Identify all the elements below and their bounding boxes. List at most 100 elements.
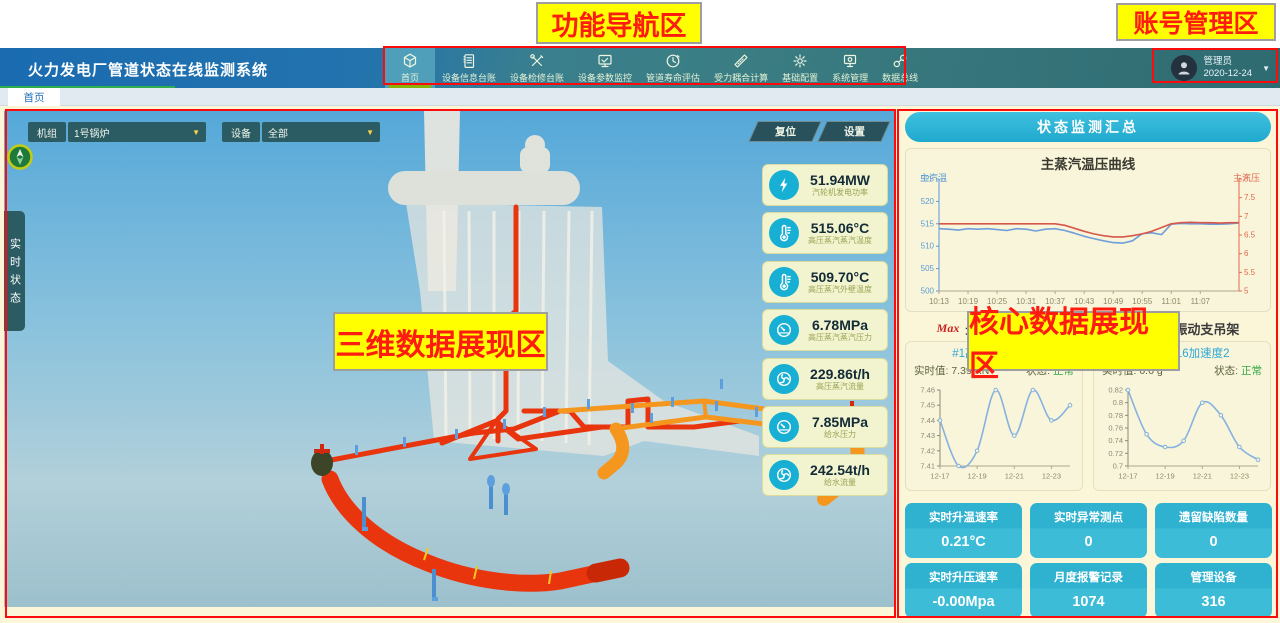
svg-text:6: 6 (1244, 249, 1249, 258)
ledger-icon (461, 53, 477, 70)
svg-text:505: 505 (921, 264, 935, 273)
calc-icon (733, 53, 749, 70)
metric-label: 给水流量 (799, 478, 881, 488)
main-chart: 50050551051552052555.566.577.5810:1310:1… (909, 173, 1269, 311)
metric-value: 51.94MW (799, 172, 881, 188)
svg-text:8: 8 (1244, 175, 1249, 184)
metric-text: 509.70°C高压蒸汽外壁温度 (799, 269, 881, 295)
nav-item-label: 首页 (401, 71, 419, 84)
nav-item-label: 受力耦合计算 (714, 71, 768, 84)
power-icon (769, 170, 799, 200)
metric-value: 6.78MPa (799, 317, 881, 333)
app-title: 火力发电厂管道状态在线监测系统 (28, 59, 268, 80)
nav-item-首页[interactable]: 首页 (385, 48, 435, 88)
main-chart-card: 主蒸汽温压曲线 主汽温 主汽压 50050551051552052555.566… (905, 148, 1271, 312)
account-name: 管理员 (1203, 56, 1252, 68)
chevron-down-icon[interactable]: ▼ (1262, 64, 1270, 73)
svg-text:6.5: 6.5 (1244, 231, 1256, 240)
tools-icon (529, 53, 545, 70)
flow-icon (769, 364, 799, 394)
monitor-icon (597, 53, 613, 70)
metric-value: 242.54t/h (799, 462, 881, 478)
svg-text:5: 5 (1244, 287, 1249, 296)
svg-text:0.8: 0.8 (1113, 398, 1123, 407)
tab-home[interactable]: 首页 (8, 88, 60, 106)
main-chart-title: 主蒸汽温压曲线 (906, 153, 1270, 173)
svg-text:12-19: 12-19 (968, 472, 987, 481)
unit-label: 机组 (28, 122, 66, 142)
device-select[interactable]: 全部▼ (262, 122, 380, 142)
nav-item-基础配置[interactable]: 基础配置 (775, 48, 825, 88)
kpi-tile-管理设备: 管理设备316 (1155, 563, 1272, 618)
scene-annotation-label: 三维数据展现区 (333, 312, 548, 371)
flow-icon (769, 460, 799, 490)
system-icon (842, 53, 858, 70)
nav-item-label: 数据总线 (882, 71, 918, 84)
metric-card: 509.70°C高压蒸汽外壁温度 (762, 261, 888, 303)
kpi-value: 0 (1155, 534, 1272, 550)
account-annotation-label: 账号管理区 (1116, 3, 1276, 41)
svg-text:5.5: 5.5 (1244, 268, 1256, 277)
svg-text:12-23: 12-23 (1230, 472, 1249, 481)
nav-item-数据总线[interactable]: 数据总线 (875, 48, 925, 88)
svg-text:11:07: 11:07 (1191, 297, 1211, 306)
svg-text:12-17: 12-17 (1118, 472, 1137, 481)
svg-text:7.45: 7.45 (920, 401, 935, 410)
realtime-status-tab[interactable]: 实时状态 (4, 211, 25, 331)
clock-icon (665, 53, 681, 70)
svg-text:520: 520 (921, 197, 935, 206)
nav-item-受力耦合计算[interactable]: 受力耦合计算 (707, 48, 775, 88)
metric-value: 7.85MPa (799, 414, 881, 430)
metric-card: 7.85MPa给水压力 (762, 406, 888, 448)
compass-icon[interactable] (7, 144, 33, 170)
metric-text: 229.86t/h高压蒸汽流量 (799, 366, 881, 392)
reset-button[interactable]: 复位 (748, 121, 821, 142)
app-header: 火力发电厂管道状态在线监测系统 首页 设备信息台账设备检修台账设备参数监控管道寿命… (0, 48, 1280, 88)
metric-card: 515.06°C高压蒸汽蒸汽温度 (762, 212, 888, 254)
kpi-title: 实时异常测点 (1030, 509, 1147, 525)
kpi-tile-遗留缺陷数量: 遗留缺陷数量0 (1155, 503, 1272, 558)
metric-card: 242.54t/h给水流量 (762, 454, 888, 496)
status-normal: 正常 (1241, 365, 1262, 377)
metric-text: 242.54t/h给水流量 (799, 462, 881, 488)
temperature-icon (769, 218, 799, 248)
svg-text:12-23: 12-23 (1042, 472, 1061, 481)
nav-item-管道寿命评估[interactable]: 管道寿命评估 (639, 48, 707, 88)
gear-icon (792, 53, 808, 70)
svg-text:12-17: 12-17 (930, 472, 949, 481)
nav-item-label: 设备检修台账 (510, 71, 564, 84)
dropdown-caret-icon: ▼ (192, 128, 200, 137)
kpi-tile-实时升压速率: 实时升压速率-0.00Mpa (905, 563, 1022, 618)
nav-annotation-label: 功能导航区 (536, 2, 702, 44)
load-trend-chart: 7.417.427.437.447.457.4612-1712-1912-211… (910, 382, 1080, 486)
svg-text:7.44: 7.44 (920, 416, 935, 425)
nav-item-设备参数监控[interactable]: 设备参数监控 (571, 48, 639, 88)
dropdown-caret-icon: ▼ (366, 128, 374, 137)
metric-text: 7.85MPa给水压力 (799, 414, 881, 440)
temperature-icon (769, 267, 799, 297)
metric-label: 高压蒸汽蒸汽温度 (799, 236, 881, 246)
kpi-value: 1074 (1030, 594, 1147, 610)
kpi-title: 月度报警记录 (1030, 569, 1147, 585)
svg-text:12-21: 12-21 (1005, 472, 1024, 481)
settings-button[interactable]: 设置 (817, 121, 890, 142)
unit-select[interactable]: 1号锅炉▼ (68, 122, 206, 142)
nav-item-设备信息台账[interactable]: 设备信息台账 (435, 48, 503, 88)
nav-item-label: 管道寿命评估 (646, 71, 700, 84)
account-menu[interactable]: 管理员 2020-12-24 ▼ (1171, 53, 1270, 83)
cube-icon (402, 53, 418, 70)
pressure-icon (769, 412, 799, 442)
metric-card: 51.94MW汽轮机发电功率 (762, 164, 888, 206)
metric-card: 6.78MPa高压蒸汽蒸汽压力 (762, 309, 888, 351)
nav-item-设备检修台账[interactable]: 设备检修台账 (503, 48, 571, 88)
metric-text: 515.06°C高压蒸汽蒸汽温度 (799, 220, 881, 246)
metric-label: 汽轮机发电功率 (799, 188, 881, 198)
tab-bar: 首页 (0, 88, 1280, 106)
nav-item-系统管理[interactable]: 系统管理 (825, 48, 875, 88)
link-icon (892, 53, 908, 70)
svg-text:10:13: 10:13 (929, 297, 950, 306)
svg-text:12-19: 12-19 (1156, 472, 1175, 481)
svg-text:12-21: 12-21 (1193, 472, 1212, 481)
svg-text:7.5: 7.5 (1244, 193, 1256, 202)
kpi-title: 实时升温速率 (905, 509, 1022, 525)
